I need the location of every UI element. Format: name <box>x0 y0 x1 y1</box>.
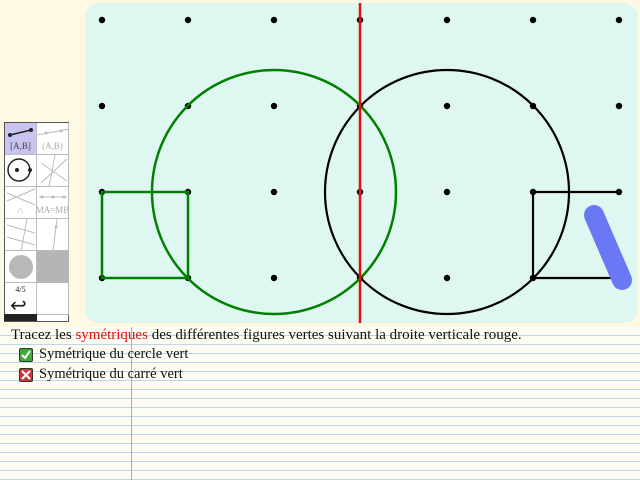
instruction-before: Tracez les <box>11 327 76 343</box>
tool-line[interactable]: (A,B) <box>37 123 69 155</box>
undo-icon[interactable]: ↩ <box>10 293 27 314</box>
tool-palette: [A,B] (A,B) ∩ MA=MB 4/5 ↩ <box>4 122 69 322</box>
tool-fill-color[interactable] <box>5 251 37 283</box>
check-icon <box>19 347 33 362</box>
geometry-canvas[interactable] <box>85 3 638 323</box>
tool-point-on-line[interactable] <box>37 219 69 251</box>
task-item-circle: Symétrique du cercle vert <box>19 346 188 363</box>
tool-parallel[interactable] <box>5 219 37 251</box>
task-label: Symétrique du cercle vert <box>39 346 189 362</box>
toolbox-footer <box>4 314 37 321</box>
line-label: (A,B) <box>42 140 63 151</box>
task-label: Symétrique du carré vert <box>39 366 183 382</box>
parallel-icon <box>6 219 36 250</box>
instruction-highlight: symétriques <box>75 327 148 343</box>
task-item-square: Symétrique du carré vert <box>19 366 183 383</box>
highlighter-stroke <box>584 205 632 290</box>
point-on-line-icon <box>52 219 58 250</box>
fill-color-icon <box>9 255 33 279</box>
tool-empty <box>37 283 69 315</box>
tool-perpendicular[interactable] <box>37 155 69 187</box>
tool-segment[interactable]: [A,B] <box>5 123 37 155</box>
midpoint-label: MA=MB <box>37 204 69 215</box>
instruction-after: des différentes figures vertes suivant l… <box>147 327 522 343</box>
instruction-text: Tracez les symétriques des différentes f… <box>11 327 522 344</box>
tool-arc[interactable]: ∩ <box>5 187 37 219</box>
perpendicular-icon <box>40 155 68 186</box>
arc-label: ∩ <box>17 204 24 215</box>
cross-icon <box>19 367 33 382</box>
tool-midpoint[interactable]: MA=MB <box>37 187 69 219</box>
tool-background-color[interactable] <box>37 251 69 283</box>
tool-page-undo[interactable]: 4/5 ↩ <box>5 283 37 315</box>
segment-label: [A,B] <box>10 140 31 151</box>
circle-tool-icon <box>7 158 32 182</box>
geometry-board[interactable] <box>85 3 638 323</box>
tool-circle[interactable] <box>5 155 37 187</box>
